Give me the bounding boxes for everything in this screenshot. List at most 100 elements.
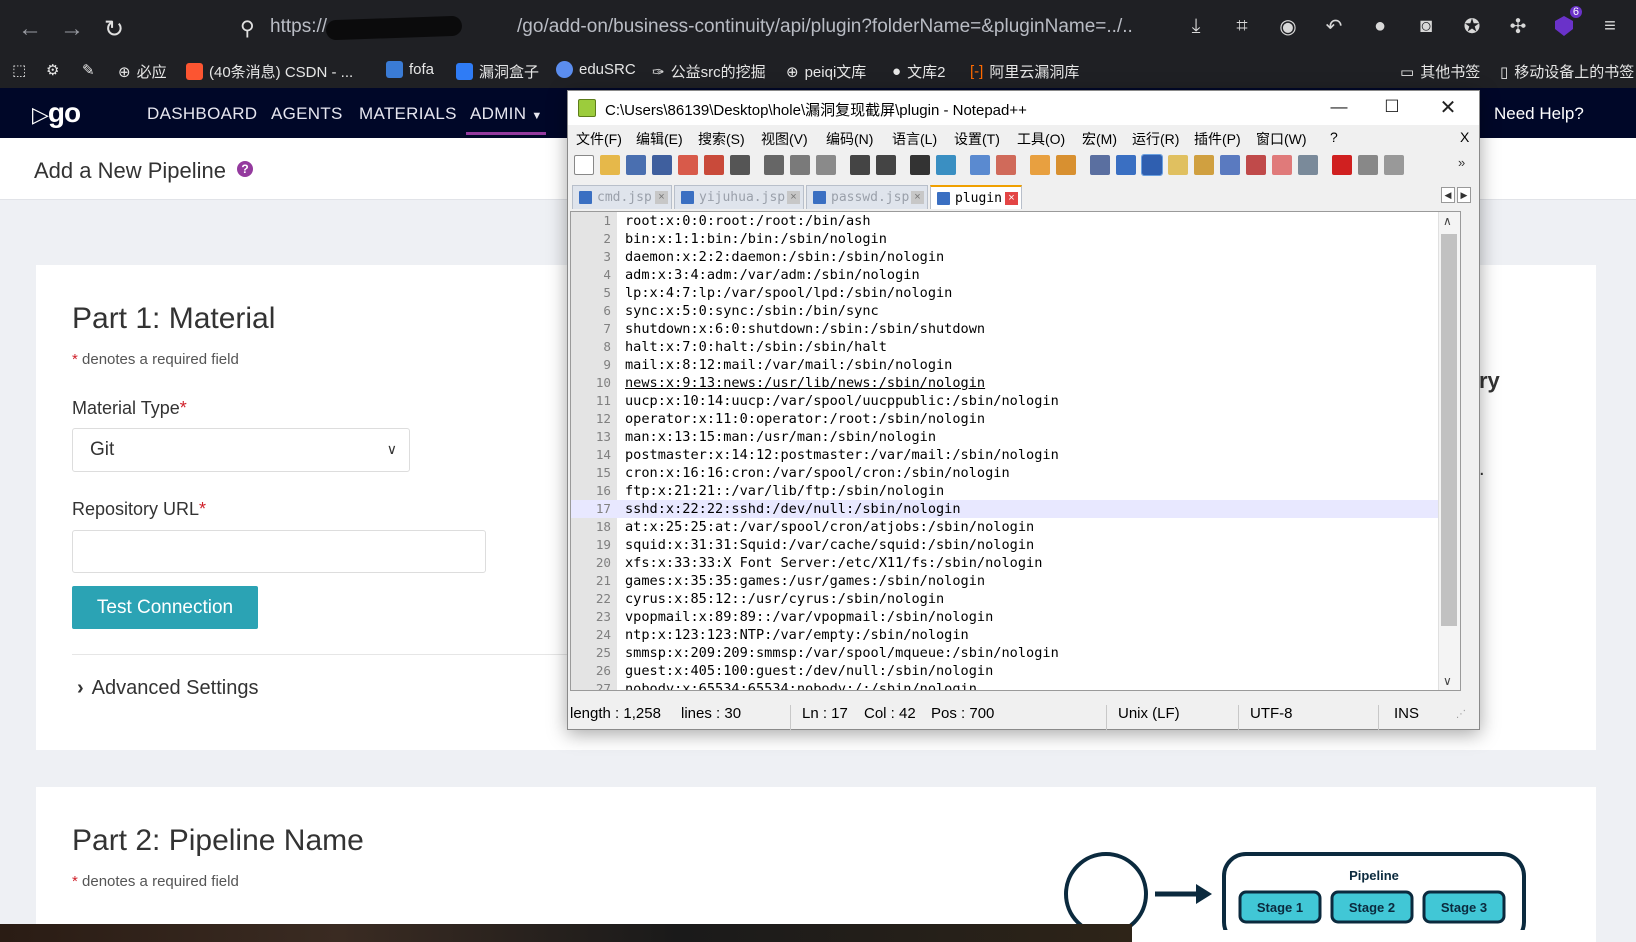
toolbar-overflow-icon[interactable]: » bbox=[1458, 155, 1465, 170]
resize-grip-icon[interactable]: ⋰ bbox=[1456, 709, 1466, 720]
show-all-chars-icon[interactable] bbox=[1116, 155, 1136, 175]
tab-left-arrow-icon[interactable]: ◀ bbox=[1441, 187, 1455, 203]
find-icon[interactable] bbox=[910, 155, 930, 175]
reload-icon[interactable]: ↻ bbox=[104, 15, 124, 44]
bookmark-bing[interactable]: ⊕ 必应 bbox=[118, 61, 167, 82]
menu-close-doc[interactable]: X bbox=[1460, 129, 1469, 145]
cut-icon[interactable] bbox=[764, 155, 784, 175]
sync-v-icon[interactable] bbox=[1030, 155, 1050, 175]
menu-icon[interactable]: ≡ bbox=[1596, 12, 1624, 40]
editor-line[interactable]: 20 xfs:x:33:33:X Font Server:/etc/X11/fs:… bbox=[571, 554, 1460, 572]
close-icon[interactable]: ✕ bbox=[1428, 95, 1468, 119]
notepadpp-window[interactable]: C:\Users\86139\Desktop\hole\漏洞复现截屏\plugi… bbox=[567, 90, 1480, 731]
bookmark-edusrc[interactable]: eduSRC bbox=[556, 61, 636, 78]
function-list-icon[interactable] bbox=[1220, 155, 1240, 175]
editor-line[interactable]: 24 ntp:x:123:123:NTP:/var/empty:/sbin/nol… bbox=[571, 626, 1460, 644]
menu-window[interactable]: 窗口(W) bbox=[1256, 129, 1307, 149]
tab-close-icon[interactable]: × bbox=[911, 191, 924, 204]
nav-agents[interactable]: AGENTS bbox=[271, 104, 343, 124]
repo-url-input[interactable] bbox=[72, 530, 486, 573]
shield-badge-icon[interactable]: 6 bbox=[1550, 6, 1582, 40]
undo-icon[interactable] bbox=[850, 155, 870, 175]
gocd-logo[interactable]: ▷go bbox=[32, 97, 81, 129]
editor-line[interactable]: 3 daemon:x:2:2:daemon:/sbin:/sbin/nologin bbox=[571, 248, 1460, 266]
palette-icon[interactable]: ✪ bbox=[1458, 12, 1486, 40]
editor-line[interactable]: 13 man:x:13:15:man:/usr/man:/sbin/nologin bbox=[571, 428, 1460, 446]
menu-settings[interactable]: 设置(T) bbox=[954, 129, 1000, 149]
editor-line[interactable]: 4 adm:x:3:4:adm:/var/adm:/sbin/nologin bbox=[571, 266, 1460, 284]
save-icon[interactable] bbox=[626, 155, 646, 175]
undo-icon[interactable]: ↶ bbox=[1320, 12, 1348, 40]
nav-materials[interactable]: MATERIALS bbox=[359, 104, 457, 124]
crop-icon[interactable]: ⌗ bbox=[1228, 12, 1256, 40]
bookmark-mobile[interactable]: ▯ 移动设备上的书签 bbox=[1500, 61, 1634, 82]
need-help-link[interactable]: Need Help? bbox=[1494, 104, 1584, 124]
editor-line[interactable]: 5 lp:x:4:7:lp:/var/spool/lpd:/sbin/nologi… bbox=[571, 284, 1460, 302]
editor-line[interactable]: 2 bin:x:1:1:bin:/bin:/sbin/nologin bbox=[571, 230, 1460, 248]
editor-line[interactable]: 9 mail:x:8:12:mail:/var/mail:/sbin/nologi… bbox=[571, 356, 1460, 374]
tab-close-icon[interactable]: × bbox=[1005, 192, 1018, 205]
nav-dashboard[interactable]: DASHBOARD bbox=[147, 104, 257, 124]
folder-workspace-icon[interactable] bbox=[1246, 155, 1266, 175]
bookmark-other[interactable]: ▭ 其他书签 bbox=[1400, 61, 1480, 82]
tab-close-icon[interactable]: × bbox=[787, 191, 800, 204]
close-file-icon[interactable] bbox=[678, 155, 698, 175]
sync-h-icon[interactable] bbox=[1056, 155, 1076, 175]
editor-line[interactable]: 17 sshd:x:22:22:sshd:/dev/null:/sbin/nolo… bbox=[571, 500, 1460, 518]
doc-map-icon[interactable] bbox=[1194, 155, 1214, 175]
editor-line[interactable]: 14 postmaster:x:14:12:postmaster:/var/mai… bbox=[571, 446, 1460, 464]
open-file-icon[interactable] bbox=[600, 155, 620, 175]
menu-file[interactable]: 文件(F) bbox=[576, 129, 622, 149]
editor-line[interactable]: 15 cron:x:16:16:cron:/var/spool/cron:/sbi… bbox=[571, 464, 1460, 482]
bookmark-gongyi[interactable]: ✑ 公益src的挖掘 bbox=[652, 61, 766, 82]
menu-tools[interactable]: 工具(O) bbox=[1017, 129, 1065, 149]
advanced-settings-toggle[interactable]: › Advanced Settings bbox=[77, 677, 258, 700]
editor-line[interactable]: 1 root:x:0:0:root:/root:/bin/ash bbox=[571, 212, 1460, 230]
menu-macro[interactable]: 宏(M) bbox=[1082, 129, 1117, 149]
tab-close-icon[interactable]: × bbox=[655, 191, 668, 204]
editor-line[interactable]: 12 operator:x:11:0:operator:/root:/sbin/n… bbox=[571, 410, 1460, 428]
close-all-icon[interactable] bbox=[704, 155, 724, 175]
bookmark-settings-icon[interactable]: ⚙ bbox=[46, 61, 59, 79]
editor-line[interactable]: 22 cyrus:x:85:12::/usr/cyrus:/sbin/nologi… bbox=[571, 590, 1460, 608]
glasses-icon[interactable]: ◙ bbox=[1412, 12, 1440, 40]
editor-line[interactable]: 6 sync:x:5:0:sync:/sbin:/bin/sync bbox=[571, 302, 1460, 320]
menu-search[interactable]: 搜索(S) bbox=[698, 129, 745, 149]
menu-plugins[interactable]: 插件(P) bbox=[1194, 129, 1241, 149]
menu-view[interactable]: 视图(V) bbox=[761, 129, 808, 149]
save-all-icon[interactable] bbox=[652, 155, 672, 175]
indent-guide-icon[interactable] bbox=[1141, 154, 1163, 176]
nav-admin[interactable]: ADMIN ▼ bbox=[470, 104, 543, 124]
paste-icon[interactable] bbox=[816, 155, 836, 175]
minimize-icon[interactable]: — bbox=[1319, 95, 1359, 119]
scrollbar-thumb[interactable] bbox=[1441, 234, 1457, 626]
maximize-icon[interactable]: ☐ bbox=[1372, 95, 1412, 119]
record-icon[interactable]: ◉ bbox=[1274, 12, 1302, 40]
zoom-out-icon[interactable] bbox=[996, 155, 1016, 175]
npp-editor[interactable]: 1 root:x:0:0:root:/root:/bin/ash 2 bin:x:1:… bbox=[570, 211, 1461, 691]
menu-edit[interactable]: 编辑(E) bbox=[636, 129, 683, 149]
editor-line[interactable]: 18 at:x:25:25:at:/var/spool/cron/atjobs:/… bbox=[571, 518, 1460, 536]
scroll-down-icon[interactable]: ∨ bbox=[1443, 674, 1452, 688]
play-macro-icon[interactable] bbox=[1384, 155, 1404, 175]
editor-line[interactable]: 26 guest:x:405:100:guest:/dev/null:/sbin/… bbox=[571, 662, 1460, 680]
word-wrap-icon[interactable] bbox=[1090, 155, 1110, 175]
editor-line[interactable]: 19 squid:x:31:31:Squid:/var/cache/squid:/… bbox=[571, 536, 1460, 554]
menu-language[interactable]: 语言(L) bbox=[892, 129, 937, 149]
material-type-select[interactable]: Git ∨ bbox=[72, 428, 410, 472]
tab-plugin[interactable]: plugin × bbox=[930, 185, 1022, 209]
tab-right-arrow-icon[interactable]: ▶ bbox=[1457, 187, 1471, 203]
help-icon[interactable]: ? bbox=[237, 161, 253, 177]
redo-icon[interactable] bbox=[876, 155, 896, 175]
download-icon[interactable]: ⤓ bbox=[1182, 12, 1210, 40]
editor-line[interactable]: 21 games:x:35:35:games:/usr/games:/sbin/n… bbox=[571, 572, 1460, 590]
bookmark-aliyun[interactable]: [-] 阿里云漏洞库 bbox=[970, 61, 1079, 82]
new-file-icon[interactable] bbox=[574, 155, 594, 175]
menu-encoding[interactable]: 编码(N) bbox=[826, 129, 873, 149]
editor-line[interactable]: 7 shutdown:x:6:0:shutdown:/sbin:/sbin/shu… bbox=[571, 320, 1460, 338]
puzzle-icon[interactable]: ✣ bbox=[1504, 12, 1532, 40]
editor-line[interactable]: 23 vpopmail:x:89:89::/var/vpopmail:/sbin/… bbox=[571, 608, 1460, 626]
record-macro-icon[interactable] bbox=[1332, 155, 1352, 175]
back-arrow-icon[interactable]: ← bbox=[18, 15, 42, 43]
tab-passwd-jsp[interactable]: passwd.jsp × bbox=[806, 185, 928, 209]
